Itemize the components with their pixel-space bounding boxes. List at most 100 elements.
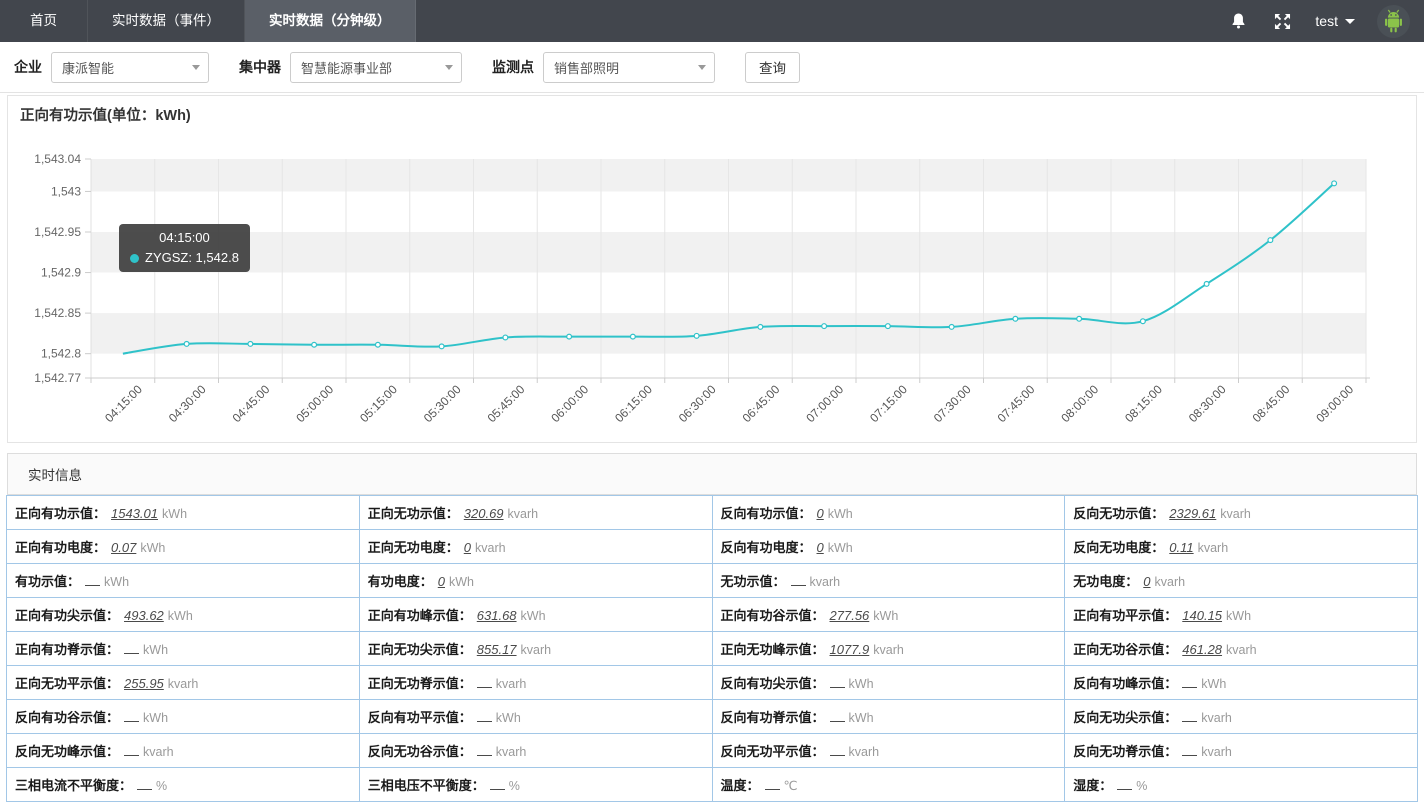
metric-value-blank[interactable]: [1182, 711, 1197, 722]
data-point-marker: [758, 325, 763, 330]
filter-group-2: 监测点销售部照明: [492, 52, 715, 83]
metric-unit: kvarh: [849, 745, 880, 759]
metric-value[interactable]: 0.11: [1169, 540, 1193, 555]
metric-unit: kvarh: [521, 643, 552, 657]
metric-value[interactable]: 461.28: [1182, 642, 1222, 657]
metric-value[interactable]: 1077.9: [830, 642, 870, 657]
metric-cell: 反向无功平示值：kvarh: [712, 734, 1065, 768]
notification-bell-icon[interactable]: [1227, 10, 1249, 32]
metric-label: 三相电压不平衡度：: [368, 778, 485, 793]
metric-value-blank[interactable]: [1182, 677, 1197, 688]
metric-unit: kWh: [849, 677, 874, 691]
x-axis-label: 05:15:00: [357, 382, 400, 425]
metric-label: 正向有功尖示值：: [15, 608, 119, 623]
x-axis-label: 06:15:00: [612, 382, 655, 425]
x-axis-label: 04:30:00: [166, 382, 209, 425]
metric-value[interactable]: 0.07: [111, 540, 136, 555]
fullscreen-icon[interactable]: [1271, 10, 1293, 32]
metric-label: 正向有功示值：: [15, 506, 106, 521]
data-point-marker: [822, 324, 827, 329]
filter-select-2[interactable]: 销售部照明: [543, 52, 715, 83]
table-row: 正向有功示值：1543.01kWh正向无功示值：320.69kvarh反向有功示…: [7, 496, 1418, 530]
metric-label: 反向有功平示值：: [368, 710, 472, 725]
metric-unit: kWh: [104, 575, 129, 589]
metric-value[interactable]: 855.17: [477, 642, 517, 657]
metric-value-blank[interactable]: [830, 745, 845, 756]
nav-tab-1[interactable]: 实时数据（事件）: [88, 0, 245, 42]
metric-cell: 反向无功峰示值：kvarh: [7, 734, 360, 768]
realtime-section-header: 实时信息: [7, 453, 1417, 495]
metric-value[interactable]: 493.62: [124, 608, 164, 623]
metric-value-blank[interactable]: [1182, 745, 1197, 756]
filter-select-0[interactable]: 康派智能: [51, 52, 209, 83]
y-axis-label: 1,542.85: [34, 306, 81, 320]
avatar[interactable]: [1377, 5, 1410, 38]
nav-tabs: 首页实时数据（事件）实时数据（分钟级）: [0, 0, 416, 42]
metric-value-blank[interactable]: [490, 779, 505, 790]
metric-value-blank[interactable]: [477, 745, 492, 756]
metric-value-blank[interactable]: [830, 711, 845, 722]
metric-value[interactable]: 255.95: [124, 676, 164, 691]
metric-value[interactable]: 140.15: [1182, 608, 1222, 623]
metric-value[interactable]: 277.56: [830, 608, 870, 623]
metric-cell: 反向有功尖示值：kWh: [712, 666, 1065, 700]
metric-cell: 反向有功峰示值：kWh: [1065, 666, 1418, 700]
data-point-marker: [567, 334, 572, 339]
x-axis-label: 08:30:00: [1186, 382, 1229, 425]
metric-value[interactable]: 0: [1143, 574, 1150, 589]
user-menu[interactable]: test: [1315, 13, 1355, 29]
metric-cell: 正向有功脊示值：kWh: [7, 632, 360, 666]
metric-label: 正向有功谷示值：: [721, 608, 825, 623]
metric-value-blank[interactable]: [124, 745, 139, 756]
metric-value-blank[interactable]: [124, 711, 139, 722]
nav-tab-0[interactable]: 首页: [0, 0, 88, 42]
metric-unit: kWh: [1201, 677, 1226, 691]
x-axis-label: 07:45:00: [995, 382, 1038, 425]
filter-select-1[interactable]: 智慧能源事业部: [290, 52, 462, 83]
metric-value[interactable]: 2329.61: [1169, 506, 1216, 521]
x-axis-label: 07:30:00: [931, 382, 974, 425]
metric-cell: 湿度：%: [1065, 768, 1418, 802]
x-axis-label: 04:45:00: [230, 382, 273, 425]
metric-value-blank[interactable]: [830, 677, 845, 688]
chevron-down-icon: [1345, 19, 1355, 24]
metric-unit: kWh: [162, 507, 187, 521]
y-axis-label: 1,542.77: [34, 371, 81, 385]
metric-value-blank[interactable]: [1117, 779, 1132, 790]
x-axis-label: 09:00:00: [1313, 382, 1356, 425]
x-axis-label: 06:30:00: [676, 382, 719, 425]
metric-label: 反向无功电度：: [1073, 540, 1164, 555]
data-point-marker: [248, 342, 253, 347]
filter-label-0: 企业: [14, 57, 42, 77]
query-button[interactable]: 查询: [745, 52, 800, 83]
metric-value-blank[interactable]: [137, 779, 152, 790]
realtime-section-title: 实时信息: [28, 464, 82, 484]
metric-unit: kvarh: [496, 745, 527, 759]
nav-tab-2[interactable]: 实时数据（分钟级）: [245, 0, 416, 42]
metric-cell: 反向无功谷示值：kvarh: [359, 734, 712, 768]
metric-unit: %: [156, 779, 167, 793]
metric-value-blank[interactable]: [477, 677, 492, 688]
navbar-right: test: [1227, 0, 1424, 42]
metric-value[interactable]: 0: [817, 506, 824, 521]
metric-unit: kWh: [828, 541, 853, 555]
metric-label: 正向无功电度：: [368, 540, 459, 555]
metric-value-blank[interactable]: [477, 711, 492, 722]
metric-value[interactable]: 0: [464, 540, 471, 555]
filter-bar: 企业康派智能集中器智慧能源事业部监测点销售部照明 查询: [0, 42, 1424, 93]
metric-value-blank[interactable]: [124, 643, 139, 654]
line-chart[interactable]: 1,542.771,542.81,542.851,542.91,542.951,…: [8, 96, 1416, 442]
metric-value[interactable]: 1543.01: [111, 506, 158, 521]
metric-value-blank[interactable]: [791, 575, 806, 586]
metric-value-blank[interactable]: [85, 575, 100, 586]
metric-value[interactable]: 631.68: [477, 608, 517, 623]
metric-unit: kWh: [828, 507, 853, 521]
metric-value[interactable]: 320.69: [464, 506, 504, 521]
data-point-marker: [1140, 319, 1145, 324]
metric-unit: kvarh: [496, 677, 527, 691]
top-navbar: 首页实时数据（事件）实时数据（分钟级） test: [0, 0, 1424, 42]
metric-value[interactable]: 0: [438, 574, 445, 589]
metric-cell: 反向有功示值：0kWh: [712, 496, 1065, 530]
metric-value[interactable]: 0: [817, 540, 824, 555]
metric-value-blank[interactable]: [765, 779, 780, 790]
